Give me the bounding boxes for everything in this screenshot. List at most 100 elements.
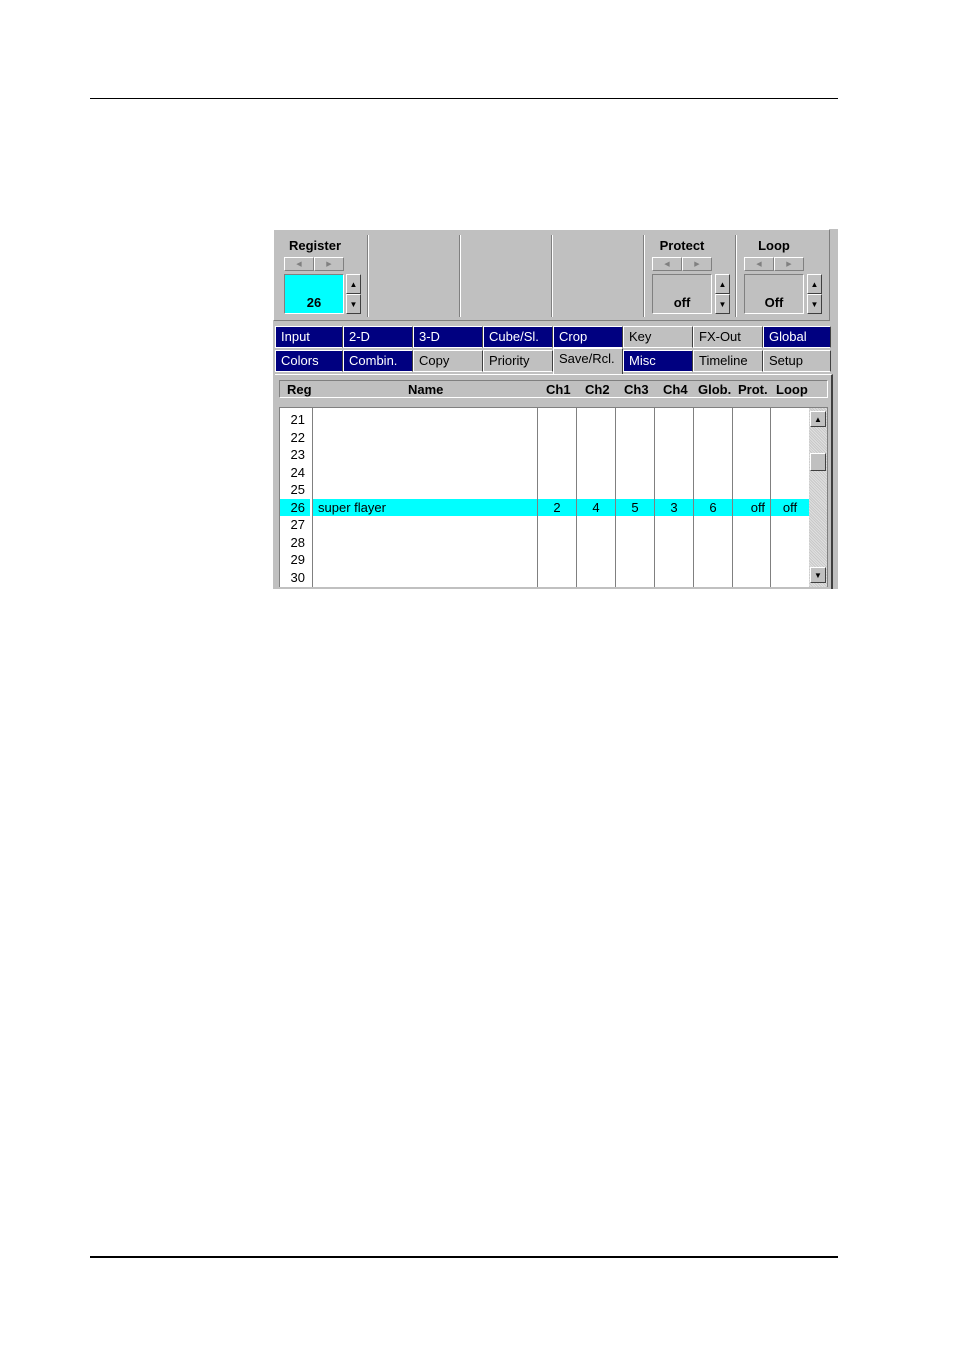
col-header-ch2[interactable]: Ch2 (585, 382, 610, 397)
cell-reg: 29 (290, 552, 305, 567)
table-row[interactable]: 29 (280, 551, 810, 569)
cell-ch4 (655, 569, 693, 587)
scroll-thumb[interactable] (810, 453, 826, 471)
cell-ch1 (538, 429, 576, 447)
cell-prot (733, 429, 770, 447)
scroll-up-button[interactable]: ▲ (810, 411, 826, 427)
cell-ch1 (538, 569, 576, 587)
cell-ch2 (577, 481, 615, 499)
col-header-prot[interactable]: Prot. (738, 382, 768, 397)
protect-right-button[interactable]: ▶ (682, 257, 712, 271)
cell-name (313, 464, 537, 482)
table-row[interactable]: 23 (280, 446, 810, 464)
table-row[interactable]: 28 (280, 534, 810, 552)
register-stepper: ▲ ▼ (346, 274, 361, 314)
tab-key[interactable]: Key (623, 326, 693, 348)
col-header-ch4[interactable]: Ch4 (663, 382, 688, 397)
table-row[interactable]: 21 (280, 411, 810, 429)
register-left-button[interactable]: ◀ (284, 257, 314, 271)
register-down-button[interactable]: ▼ (346, 294, 361, 314)
protect-value[interactable]: off (652, 274, 712, 314)
cell-ch3 (616, 516, 654, 534)
tab-crop[interactable]: Crop (553, 326, 623, 348)
cell-ch3 (616, 534, 654, 552)
cell-glob (694, 446, 732, 464)
arrow-right-icon: ▶ (326, 261, 332, 268)
cell-name (313, 446, 537, 464)
vertical-scrollbar[interactable]: ▲ ▼ (809, 408, 827, 587)
cell-loop (771, 481, 809, 499)
col-header-loop[interactable]: Loop (776, 382, 808, 397)
arrow-down-icon: ▼ (349, 299, 358, 309)
loop-up-button[interactable]: ▲ (807, 274, 822, 294)
register-title: Register (289, 238, 342, 253)
cell-name (313, 534, 537, 552)
register-right-button[interactable]: ▶ (314, 257, 344, 271)
tab-global[interactable]: Global (763, 326, 831, 348)
cell-glob (694, 551, 732, 569)
tab-2-d[interactable]: 2-D (343, 326, 413, 348)
cell-ch1 (538, 551, 576, 569)
col-header-ch1[interactable]: Ch1 (546, 382, 571, 397)
tab-misc[interactable]: Misc (623, 350, 693, 372)
cell-loop (771, 551, 809, 569)
cell-ch1 (538, 534, 576, 552)
cell-ch4 (655, 429, 693, 447)
protect-left-button[interactable]: ◀ (652, 257, 682, 271)
table-row[interactable]: 22 (280, 429, 810, 447)
cell-ch1 (538, 446, 576, 464)
cell-prot (733, 464, 770, 482)
loop-left-button[interactable]: ◀ (744, 257, 774, 271)
cell-loop (771, 411, 809, 429)
arrow-right-icon: ▶ (786, 261, 792, 268)
tab-combin[interactable]: Combin. (343, 350, 413, 372)
col-divider (615, 408, 616, 587)
register-table: Reg Name Ch1 Ch2 Ch3 Ch4 Glob. Prot. Loo… (275, 374, 833, 589)
cell-ch4 (655, 411, 693, 429)
col-header-name[interactable]: Name (408, 382, 443, 397)
protect-down-button[interactable]: ▼ (715, 294, 730, 314)
cell-ch1 (538, 516, 576, 534)
tab-cube-sl[interactable]: Cube/Sl. (483, 326, 553, 348)
separator (459, 235, 461, 317)
col-header-ch3[interactable]: Ch3 (624, 382, 649, 397)
tab-3-d[interactable]: 3-D (413, 326, 483, 348)
cell-name (313, 429, 537, 447)
tab-fx-out[interactable]: FX-Out (693, 326, 763, 348)
tab-colors[interactable]: Colors (275, 350, 343, 372)
register-up-button[interactable]: ▲ (346, 274, 361, 294)
table-row[interactable]: 27 (280, 516, 810, 534)
table-row[interactable]: 24 (280, 464, 810, 482)
menu-tabs: Input 2-D 3-D Cube/Sl. Crop Key FX-Out Global Co… (275, 326, 835, 374)
cell-prot (733, 481, 770, 499)
table-row[interactable]: 30 (280, 569, 810, 587)
cell-ch2 (577, 569, 615, 587)
tab-save-rcl[interactable]: Save/Rcl. (553, 348, 623, 374)
tab-timeline[interactable]: Timeline (693, 350, 763, 372)
cell-name (313, 516, 537, 534)
arrow-down-icon: ▼ (814, 570, 822, 580)
col-header-glob[interactable]: Glob. (698, 382, 731, 397)
table-row[interactable]: 26 super flayer 2 4 5 3 6 off off (280, 498, 810, 516)
tab-priority[interactable]: Priority (483, 350, 553, 372)
table-row[interactable]: 25 (280, 481, 810, 499)
cell-glob (694, 429, 732, 447)
cell-ch3: 5 (616, 498, 654, 516)
cell-ch2 (577, 534, 615, 552)
tab-copy[interactable]: Copy (413, 350, 483, 372)
tab-input[interactable]: Input (275, 326, 343, 348)
cell-loop (771, 429, 809, 447)
cell-reg: 26 (280, 498, 310, 516)
scroll-down-button[interactable]: ▼ (810, 567, 826, 583)
separator (551, 235, 553, 317)
protect-up-button[interactable]: ▲ (715, 274, 730, 294)
separator (367, 235, 369, 317)
col-divider (732, 408, 733, 587)
col-header-reg[interactable]: Reg (287, 382, 312, 397)
register-value[interactable]: 26 (284, 274, 344, 314)
tab-setup[interactable]: Setup (763, 350, 831, 372)
loop-right-button[interactable]: ▶ (774, 257, 804, 271)
loop-down-button[interactable]: ▼ (807, 294, 822, 314)
cell-ch4 (655, 446, 693, 464)
loop-value[interactable]: Off (744, 274, 804, 314)
